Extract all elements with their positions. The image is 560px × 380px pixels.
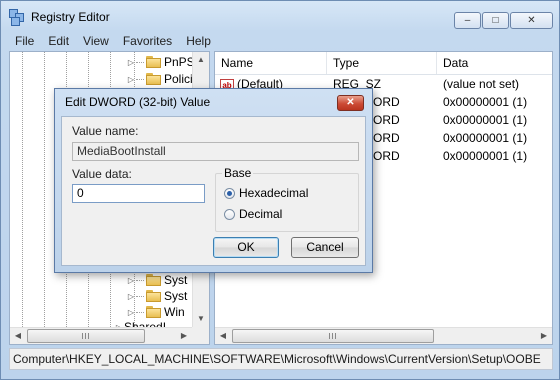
row-type: ORD [373,113,400,127]
row-data: (value not set) [443,77,520,91]
menu-help[interactable]: Help [179,33,218,49]
folder-icon [146,73,161,85]
menu-edit[interactable]: Edit [41,33,76,49]
close-icon: ✕ [527,15,536,26]
tree-hscroll-thumb[interactable] [27,329,145,343]
scroll-down-icon[interactable]: ▼ [193,311,209,327]
column-header-data[interactable]: Data [437,52,552,74]
decimal-label: Decimal [239,207,283,221]
row-type: ORD [373,95,400,109]
row-data: 0x00000001 (1) [443,131,528,145]
column-header-type[interactable]: Type [327,52,437,74]
expand-icon[interactable]: ▷ [126,292,136,301]
close-icon: ✕ [346,97,355,108]
folder-icon [146,56,161,68]
title-bar: Registry Editor [9,1,110,33]
scroll-left-icon[interactable]: ◀ [215,328,231,344]
minimize-button[interactable]: – [454,12,481,29]
list-hscroll-thumb[interactable] [232,329,434,343]
expand-icon[interactable]: ▷ [126,75,136,84]
dialog-close-button[interactable]: ✕ [337,95,364,111]
scroll-right-icon[interactable]: ▶ [536,328,552,344]
registry-editor-icon [9,9,25,26]
folder-icon [146,274,161,286]
expand-icon[interactable]: ▷ [126,58,136,67]
tree-item-label: Syst [164,289,188,303]
maximize-icon: □ [492,15,499,26]
expand-icon[interactable]: ▷ [126,308,136,317]
edit-dword-dialog: Edit DWORD (32-bit) Value ✕ Value name: … [54,88,373,273]
list-header: Name Type Data [215,52,552,75]
menu-bar: File Edit View Favorites Help [8,33,218,49]
base-group-label: Base [222,166,254,180]
column-header-name[interactable]: Name [215,52,327,74]
decimal-radio[interactable] [224,208,235,220]
decimal-option[interactable]: Decimal [224,207,282,221]
scroll-right-icon[interactable]: ▶ [176,328,192,344]
folder-icon [146,306,161,318]
scroll-up-icon[interactable]: ▲ [193,52,209,68]
ok-button[interactable]: OK [213,237,279,258]
tree-item-label: Syst [164,273,188,287]
close-button[interactable]: ✕ [510,12,553,29]
tree-item-label: Win [164,305,185,319]
dialog-body: Value name: MediaBootInstall Value data:… [61,116,366,266]
scroll-corner [192,327,209,344]
value-name-field: MediaBootInstall [72,142,359,161]
row-data: 0x00000001 (1) [443,95,528,109]
cancel-button[interactable]: Cancel [291,237,359,258]
value-data-input[interactable]: 0 [72,184,205,203]
tree-horizontal-scrollbar[interactable]: ◀ ▶ [10,327,192,344]
expand-icon[interactable]: ▷ [126,276,136,285]
value-data-label: Value data: [72,167,132,181]
row-data: 0x00000001 (1) [443,149,528,163]
folder-icon [146,290,161,302]
caption-buttons: – □ ✕ [453,12,553,29]
row-type: ORD [373,131,400,145]
window-title: Registry Editor [31,10,110,24]
hexadecimal-label: Hexadecimal [239,186,309,200]
value-name-label: Value name: [72,124,139,138]
scroll-left-icon[interactable]: ◀ [10,328,26,344]
list-horizontal-scrollbar[interactable]: ◀ ▶ [215,327,552,344]
base-group: Base Hexadecimal Decimal [215,166,359,232]
hexadecimal-radio[interactable] [224,187,235,199]
minimize-icon: – [464,15,471,26]
status-bar-path: Computer\HKEY_LOCAL_MACHINE\SOFTWARE\Mic… [9,348,553,370]
hexadecimal-option[interactable]: Hexadecimal [224,186,308,200]
dialog-title: Edit DWORD (32-bit) Value [65,95,211,109]
menu-view[interactable]: View [76,33,116,49]
row-data: 0x00000001 (1) [443,113,528,127]
row-type: ORD [373,149,400,163]
menu-file[interactable]: File [8,33,41,49]
maximize-button[interactable]: □ [482,12,509,29]
menu-favorites[interactable]: Favorites [116,33,179,49]
